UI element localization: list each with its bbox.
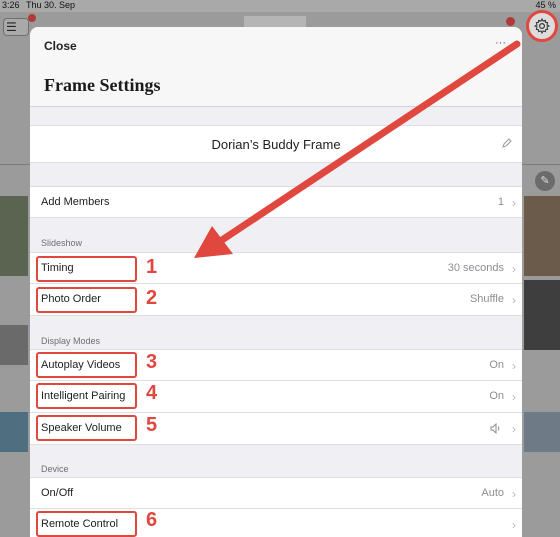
annotation-arrow [194, 40, 521, 258]
